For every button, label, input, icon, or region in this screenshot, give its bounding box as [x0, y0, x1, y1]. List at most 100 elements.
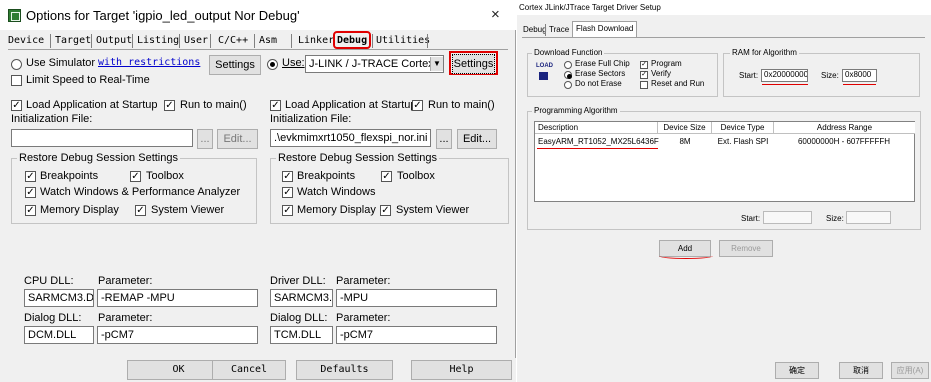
dialog-dll-input-debugger[interactable]: TCM.DLL [270, 326, 333, 344]
cpu-parameter-input[interactable]: -REMAP -MPU [97, 289, 258, 307]
system-viewer-checkbox[interactable]: ✓ [135, 205, 146, 216]
algo-size-input[interactable] [846, 211, 891, 224]
init-file-edit-button[interactable]: Edit... [217, 129, 258, 149]
apply-button[interactable]: 应用(A) [891, 362, 929, 379]
reset-and-run-checkbox[interactable] [640, 81, 648, 89]
init-file-label: Initialization File: [11, 113, 93, 125]
column-header-address-range[interactable]: Address Range [774, 122, 915, 134]
init-file-edit-button-debugger[interactable]: Edit... [457, 129, 497, 149]
debugger-select[interactable]: J-LINK / J-TRACE Cortex [305, 55, 444, 73]
memory-display-checkbox-debugger[interactable]: ✓ [282, 205, 293, 216]
app-icon [8, 9, 21, 22]
cpu-dll-input[interactable]: SARMCM3.DLL [24, 289, 94, 307]
ram-start-label: Start: [739, 71, 759, 80]
load-app-label-debugger: Load Application at Startup [285, 99, 417, 111]
use-debugger-radio[interactable] [267, 59, 278, 70]
cpu-dll-label: CPU DLL: [24, 275, 74, 287]
driver-dll-input[interactable]: SARMCM3.DLL [270, 289, 333, 307]
dialog-dll-label: Dialog DLL: [24, 312, 82, 324]
column-header-device-type[interactable]: Device Type [712, 122, 774, 134]
algo-size-label: Size: [826, 214, 844, 223]
breakpoints-label: Breakpoints [40, 170, 99, 182]
remove-button[interactable]: Remove [719, 240, 773, 257]
close-icon[interactable]: × [491, 6, 500, 23]
tab-separator [50, 34, 51, 48]
load-app-checkbox-debugger[interactable]: ✓ [270, 100, 281, 111]
breakpoints-checkbox-debugger[interactable]: ✓ [282, 171, 293, 182]
tab-separator [427, 34, 428, 48]
help-button[interactable]: Help [411, 360, 512, 380]
debugger-settings-button[interactable]: Settings [452, 54, 495, 74]
dialog-dll-input[interactable]: DCM.DLL [24, 326, 94, 344]
tab-debug[interactable]: Debug [333, 31, 372, 49]
tab-output[interactable]: Output [96, 33, 132, 49]
program-checkbox[interactable]: ✓ [640, 61, 648, 69]
system-viewer-label-debugger: System Viewer [396, 204, 470, 216]
tab-user[interactable]: User [184, 33, 208, 49]
column-header-device-size[interactable]: Device Size [658, 122, 712, 134]
dialog-parameter-label-debugger: Parameter: [336, 312, 391, 324]
defaults-button[interactable]: Defaults [296, 360, 393, 380]
tab-trace[interactable]: Trace [549, 23, 569, 37]
toolbox-checkbox[interactable]: ✓ [130, 171, 141, 182]
algo-start-input[interactable] [763, 211, 812, 224]
ram-size-input[interactable]: 0x8000 [842, 69, 877, 82]
tab-utilities[interactable]: Utilities [376, 33, 430, 49]
init-file-browse-button-debugger[interactable]: ... [436, 129, 452, 149]
erase-full-chip-radio[interactable] [564, 61, 572, 69]
run-to-main-label-debugger: Run to main() [428, 99, 495, 111]
tab-device[interactable]: Device [8, 33, 44, 49]
dialog-parameter-input[interactable]: -pCM7 [97, 326, 258, 344]
system-viewer-checkbox-debugger[interactable]: ✓ [380, 205, 391, 216]
memory-display-label: Memory Display [40, 204, 119, 216]
row-description: EasyARM_RT1052_MX25L6436F [538, 137, 659, 146]
watch-windows-checkbox[interactable]: ✓ [25, 187, 36, 198]
tab-linker[interactable]: Linker [298, 33, 334, 49]
tab-flash-download[interactable]: Flash Download [572, 21, 638, 38]
cancel-button[interactable]: Cancel [212, 360, 286, 380]
limit-speed-checkbox[interactable] [11, 75, 22, 86]
init-file-input-debugger[interactable]: .\evkmimxrt1050_flexspi_nor.ini [270, 129, 431, 147]
tab-listing[interactable]: Listing [137, 33, 179, 49]
tab-target[interactable]: Target [55, 33, 91, 49]
ram-for-algorithm-group-label: RAM for Algorithm [730, 48, 799, 57]
watch-windows-checkbox-debugger[interactable]: ✓ [282, 187, 293, 198]
tab-separator [291, 34, 292, 48]
ram-start-underline-annotation [762, 84, 808, 85]
tab-debug-driver[interactable]: Debug [523, 23, 547, 37]
reset-and-run-label: Reset and Run [651, 79, 705, 88]
run-to-main-label: Run to main() [180, 99, 247, 111]
do-not-erase-radio[interactable] [564, 81, 572, 89]
confirm-button[interactable]: 确定 [775, 362, 819, 379]
with-restrictions-link[interactable]: with restrictions [98, 57, 200, 68]
simulator-settings-button[interactable]: Settings [209, 55, 261, 75]
download-function-group-label: Download Function [532, 48, 605, 57]
verify-checkbox[interactable]: ✓ [640, 71, 648, 79]
load-app-checkbox[interactable]: ✓ [11, 100, 22, 111]
driver-parameter-input[interactable]: -MPU [336, 289, 497, 307]
table-row[interactable]: EasyARM_RT1052_MX25L6436F 8M Ext. Flash … [535, 136, 914, 148]
breakpoints-checkbox[interactable]: ✓ [25, 171, 36, 182]
dialog-parameter-input-debugger[interactable]: -pCM7 [336, 326, 497, 344]
chevron-down-icon[interactable]: ▼ [430, 57, 443, 71]
ram-start-input[interactable]: 0x20000000 [761, 69, 808, 82]
ram-size-label: Size: [821, 71, 839, 80]
dialog-cancel-button[interactable]: 取消 [839, 362, 883, 379]
tab-underline [8, 49, 508, 50]
erase-sectors-radio[interactable] [564, 71, 572, 79]
breakpoints-label-debugger: Breakpoints [297, 170, 356, 182]
column-header-description[interactable]: Description [535, 122, 658, 134]
run-to-main-checkbox-debugger[interactable]: ✓ [412, 100, 423, 111]
toolbox-checkbox-debugger[interactable]: ✓ [381, 171, 392, 182]
init-file-input[interactable] [11, 129, 193, 147]
tab-separator [91, 34, 92, 48]
memory-display-checkbox[interactable]: ✓ [25, 205, 36, 216]
memory-display-label-debugger: Memory Display [297, 204, 376, 216]
driver-dll-label: Driver DLL: [270, 275, 326, 287]
run-to-main-checkbox[interactable]: ✓ [164, 100, 175, 111]
use-simulator-radio[interactable] [11, 59, 22, 70]
tab-c-cpp[interactable]: C/C++ [218, 33, 248, 49]
tab-asm[interactable]: Asm [259, 33, 277, 49]
init-file-browse-button[interactable]: ... [197, 129, 213, 149]
cpu-parameter-label: Parameter: [98, 275, 153, 287]
